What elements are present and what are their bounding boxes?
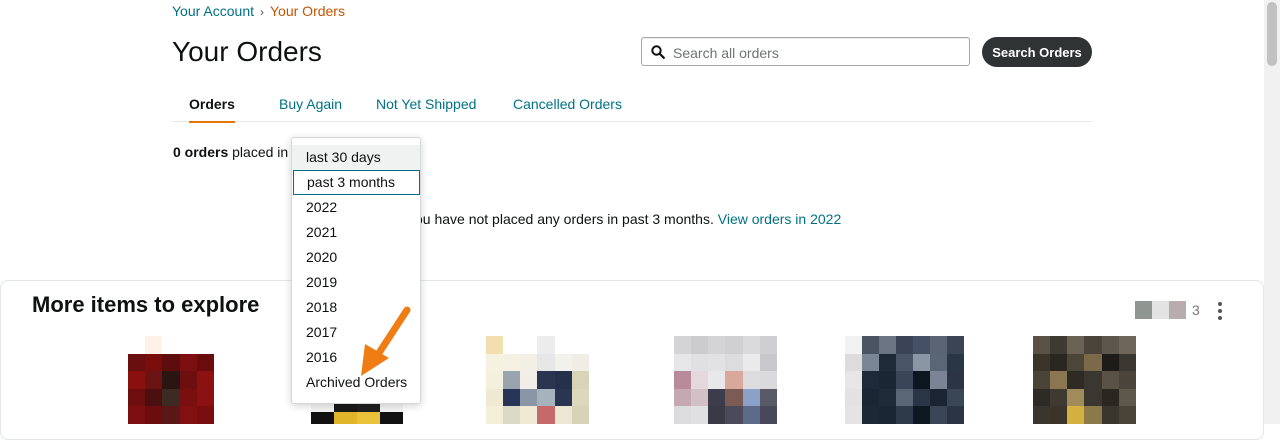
breadcrumb-your-orders: Your Orders — [270, 3, 345, 19]
product-thumbnail[interactable] — [845, 336, 964, 424]
empty-state: ou have not placed any orders in past 3 … — [415, 211, 841, 227]
search-icon — [651, 45, 665, 59]
filter-option-2020[interactable]: 2020 — [292, 245, 420, 270]
breadcrumb: Your Account › Your Orders — [172, 3, 345, 19]
tab-buy-again[interactable]: Buy Again — [279, 96, 342, 123]
search-input[interactable] — [671, 40, 965, 65]
order-tabs: Orders Buy Again Not Yet Shipped Cancell… — [172, 93, 1092, 123]
search-orders-button[interactable]: Search Orders — [982, 37, 1092, 67]
pager-swatch — [1135, 301, 1152, 319]
orders-summary-suffix: placed in — [232, 144, 289, 160]
search-box[interactable] — [641, 37, 970, 66]
filter-option-2022[interactable]: 2022 — [292, 195, 420, 220]
pager-swatch — [1169, 301, 1186, 319]
orders-count: 0 orders — [173, 144, 229, 160]
filter-option-2021[interactable]: 2021 — [292, 220, 420, 245]
more-vertical-icon[interactable] — [1213, 300, 1227, 322]
breadcrumb-separator: › — [260, 5, 264, 19]
breadcrumb-your-account[interactable]: Your Account — [172, 3, 254, 19]
filter-option-2019[interactable]: 2019 — [292, 270, 420, 295]
filter-option-last-30-days[interactable]: last 30 days — [292, 145, 420, 170]
empty-state-message: ou have not placed any orders in past 3 … — [415, 211, 714, 227]
orders-summary: 0 orders placed in — [173, 144, 288, 160]
scrollbar-thumb[interactable] — [1267, 2, 1277, 66]
pager-page-number: 3 — [1192, 302, 1200, 318]
page-title: Your Orders — [172, 36, 322, 67]
annotation-arrow-icon — [361, 306, 411, 376]
product-thumbnail[interactable] — [486, 336, 589, 424]
explore-title: More items to explore — [32, 292, 260, 317]
tab-cancelled-orders[interactable]: Cancelled Orders — [513, 96, 622, 123]
filter-option-past-3-months[interactable]: past 3 months — [293, 170, 420, 195]
product-thumbnail[interactable] — [674, 336, 777, 424]
tab-orders[interactable]: Orders — [189, 96, 235, 123]
view-orders-2022-link[interactable]: View orders in 2022 — [718, 211, 841, 227]
page-scrollbar[interactable] — [1264, 0, 1280, 424]
product-thumbnail[interactable] — [1033, 336, 1136, 424]
tab-not-yet-shipped[interactable]: Not Yet Shipped — [376, 96, 476, 123]
product-thumbnail[interactable] — [128, 336, 214, 424]
pager-swatch — [1152, 301, 1169, 319]
